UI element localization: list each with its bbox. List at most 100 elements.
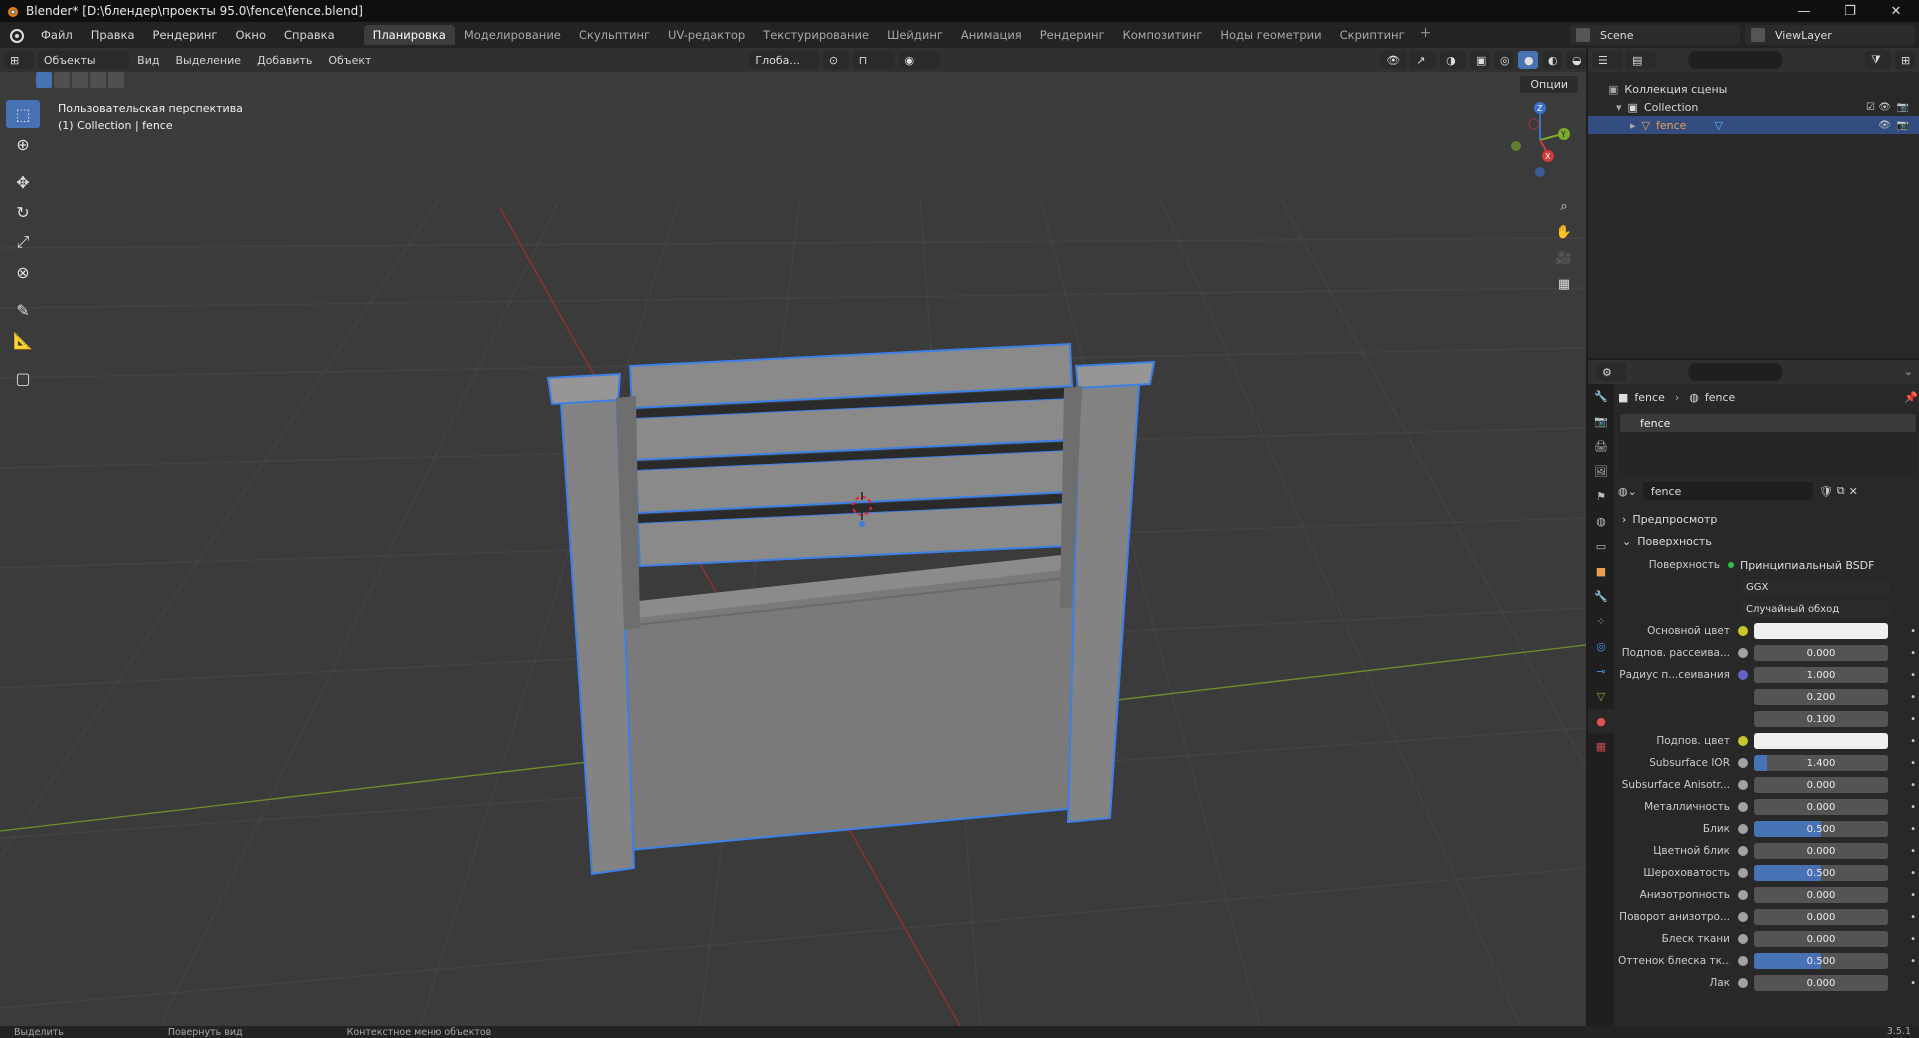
value-slider[interactable]: 0.000 [1754,909,1888,925]
properties-options-icon[interactable]: ⌄ [1904,365,1913,378]
collection-visibility-icon[interactable]: 👁 [1878,102,1891,113]
value-slider[interactable]: 0.500 [1754,821,1888,837]
menu-object[interactable]: Объект [320,54,379,67]
surface-shader-value[interactable]: Принципиальный BSDF [1740,559,1874,572]
shading-rendered-icon[interactable]: ◒ [1565,51,1586,69]
menu-add[interactable]: Добавить [249,54,320,67]
tab-shading[interactable]: Шейдинг [878,25,952,45]
fence-object[interactable] [546,342,1156,876]
value-slider[interactable]: 0.000 [1754,843,1888,859]
3d-viewport[interactable]: ⊞ Объекты Вид Выделение Добавить Объект … [0,48,1586,1026]
keyframe-dot-icon[interactable]: • [1910,824,1916,835]
value-slider[interactable]: 0.200 [1754,689,1888,705]
keyframe-dot-icon[interactable]: • [1910,626,1916,637]
proportional-edit-icon[interactable]: ◉ [898,51,941,69]
subsurface-method-dropdown[interactable]: Случайный обход [1740,601,1890,617]
value-slider[interactable]: 1.000 [1754,667,1888,683]
properties-editor-type-icon[interactable]: ⚙ [1596,363,1626,381]
rotate-tool-icon[interactable]: ↻ [6,198,40,226]
select-subtract-icon[interactable] [72,72,88,88]
value-slider[interactable]: 0.000 [1754,975,1888,991]
collection-tab-icon[interactable]: ▭ [1588,534,1614,558]
menu-edit[interactable]: Правка [82,22,144,48]
input-socket-icon[interactable] [1738,648,1748,658]
tab-texture-paint[interactable]: Текстурирование [754,25,878,45]
overlays-icon[interactable]: ◑ [1440,51,1466,69]
minimize-button[interactable]: — [1781,0,1827,22]
transform-tool-icon[interactable]: ⊗ [6,258,40,286]
collection-expand-icon[interactable]: ▾ [1616,101,1622,114]
world-tab-icon[interactable]: ◍ [1588,509,1614,533]
tool-tab-icon[interactable]: 🔧 [1588,384,1614,408]
duplicate-material-icon[interactable]: ⧉ [1837,484,1845,498]
keyframe-dot-icon[interactable]: • [1910,670,1916,681]
keyframe-dot-icon[interactable]: • [1910,758,1916,769]
tab-layout[interactable]: Планировка [363,25,455,45]
tab-sculpting[interactable]: Скульптинг [570,25,659,45]
texture-tab-icon[interactable]: ▦ [1588,734,1614,758]
material-name-field[interactable]: fence [1642,482,1813,500]
annotate-tool-icon[interactable]: ✎ [6,296,40,324]
outliner-search-input[interactable] [1688,51,1783,69]
surface-panel-header[interactable]: ⌄ Поверхность [1618,530,1918,552]
color-swatch[interactable] [1754,623,1888,639]
value-slider[interactable]: 0.000 [1754,645,1888,661]
input-socket-icon[interactable] [1738,956,1748,966]
blender-menu-icon[interactable] [6,25,26,45]
outliner-object-fence[interactable]: ▸ ▽ fence ▽ 👁 📷 [1588,116,1919,134]
keyframe-dot-icon[interactable]: • [1910,846,1916,857]
collection-render-icon[interactable]: 📷 [1897,102,1909,113]
pin-icon[interactable]: 📌 [1904,391,1918,404]
select-invert-icon[interactable] [90,72,106,88]
object-expand-icon[interactable]: ▸ [1630,119,1636,132]
value-slider[interactable]: 0.000 [1754,931,1888,947]
keyframe-dot-icon[interactable]: • [1910,736,1916,747]
material-slot-item[interactable]: fence [1620,414,1916,432]
object-visibility-icon[interactable]: 👁 [1878,120,1891,131]
menu-render[interactable]: Рендеринг [144,22,227,48]
mode-selector[interactable]: Объекты [37,51,130,69]
close-button[interactable]: ✕ [1873,0,1919,22]
fake-user-icon[interactable]: 🛡 [1819,485,1833,498]
measure-tool-icon[interactable]: 📐 [6,326,40,354]
keyframe-dot-icon[interactable]: • [1910,648,1916,659]
menu-window[interactable]: Окно [226,22,275,48]
outliner-scene-collection[interactable]: ▣ Коллекция сцены [1588,80,1919,98]
value-slider[interactable]: 0.000 [1754,777,1888,793]
exclude-checkbox[interactable]: ☑ [1866,102,1875,113]
visibility-icon[interactable]: 👁 [1380,51,1407,69]
modifiers-tab-icon[interactable]: 🔧 [1588,584,1614,608]
value-slider[interactable]: 0.000 [1754,887,1888,903]
keyframe-dot-icon[interactable]: • [1910,714,1916,725]
render-tab-icon[interactable]: 📷 [1588,409,1614,433]
scene-tab-icon[interactable]: ⚑ [1588,484,1614,508]
input-socket-icon[interactable] [1738,890,1748,900]
shading-solid-icon[interactable]: ● [1517,51,1538,69]
keyframe-dot-icon[interactable]: • [1910,890,1916,901]
keyframe-dot-icon[interactable]: • [1910,956,1916,967]
select-new-icon[interactable] [36,72,52,88]
particles-tab-icon[interactable]: ⁘ [1588,609,1614,633]
viewport-scene[interactable] [0,48,1586,1026]
data-tab-icon[interactable]: ▽ [1588,684,1614,708]
scene-selector[interactable]: Scene [1570,25,1740,45]
display-mode-icon[interactable]: ▤ [1626,51,1656,69]
input-socket-icon[interactable] [1738,670,1748,680]
view-layer-tab-icon[interactable]: 🖼 [1588,459,1614,483]
maximize-button[interactable]: ❐ [1827,0,1873,22]
menu-select[interactable]: Выделение [167,54,249,67]
input-socket-icon[interactable] [1738,780,1748,790]
transform-orientation-dropdown[interactable]: Глоба... [749,51,819,69]
zoom-view-icon[interactable]: ⌕ [1552,194,1576,218]
browse-material-icon[interactable]: ◍⌄ [1618,485,1637,498]
shading-material-icon[interactable]: ◐ [1541,51,1562,69]
tab-scripting[interactable]: Скриптинг [1331,25,1414,45]
material-slot-list[interactable]: fence ＋ － [1618,414,1918,474]
tab-rendering[interactable]: Рендеринг [1031,25,1114,45]
tab-geometry-nodes[interactable]: Ноды геометрии [1211,25,1330,45]
outliner-collection[interactable]: ▾ ▣ Collection ☑ 👁 📷 [1588,98,1919,116]
options-dropdown[interactable]: Опции [1520,76,1578,93]
navigation-gizmo[interactable]: Z Y X [1490,98,1570,178]
snap-icon[interactable]: ⊓ [852,51,895,69]
menu-view[interactable]: Вид [129,54,167,67]
